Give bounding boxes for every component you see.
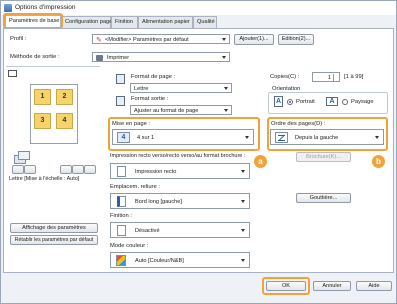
tab-page-setup[interactable]: Configuration page — [61, 16, 112, 28]
landscape-icon: A — [326, 97, 338, 106]
printer-app-icon — [4, 4, 12, 12]
output-format-select[interactable]: Ajuster au format de page — [130, 105, 232, 115]
divider — [6, 66, 100, 67]
binding-select[interactable]: Bord long [gauche] — [110, 193, 250, 209]
tab-quality[interactable]: Qualité — [193, 16, 217, 28]
edit-profile-button[interactable]: Edition(2)... — [278, 34, 314, 45]
finishing-select[interactable]: Désactivé — [110, 222, 250, 238]
chevron-down-icon — [241, 170, 245, 173]
booklet-preview-icon[interactable] — [72, 165, 84, 174]
chevron-down-icon — [375, 136, 379, 139]
profile-select[interactable]: ✎ <Modifier> Paramètres par défaut — [92, 34, 230, 44]
output-format-label: Format sortie : — [131, 96, 169, 102]
layout-select[interactable]: 4 4 sur 1 — [112, 129, 254, 145]
pencil-icon: ✎ — [96, 37, 102, 44]
output-method-label: Méthode de sortie : — [10, 54, 60, 60]
output-method-select[interactable]: Imprimer — [92, 52, 230, 62]
copies-range: [1 à 99] — [344, 74, 364, 80]
tab-finishing[interactable]: Finition — [111, 16, 138, 28]
spin-arrows-icon[interactable] — [333, 74, 338, 81]
preview-cell: 2 — [56, 89, 73, 105]
profile-label: Profil : — [10, 36, 27, 42]
staple-preview-icon[interactable] — [24, 165, 36, 174]
color-mode-label: Mode couleur : — [110, 243, 149, 249]
finishing-label: Finition : — [110, 213, 132, 219]
add-profile-button[interactable]: Ajouter(1)... — [234, 34, 274, 45]
page-format-icon — [116, 74, 125, 84]
duplex-select[interactable]: Impression recto — [110, 163, 250, 179]
page-order-select[interactable]: Depuis la gauche — [270, 129, 384, 145]
chevron-down-icon — [241, 229, 245, 232]
preview-mode-icon[interactable] — [8, 70, 17, 77]
portrait-label: Portrait — [296, 99, 315, 105]
help-button[interactable]: Aide — [356, 281, 392, 291]
page-order-z-icon — [275, 132, 288, 143]
gutter-button[interactable]: Gouttière... — [296, 193, 351, 203]
preview-cell: 1 — [34, 89, 51, 105]
portrait-icon: A — [274, 96, 283, 107]
callout-badge-a: a — [254, 155, 267, 168]
page-format-select[interactable]: Lettre — [130, 83, 232, 93]
page-format-label: Format de page : — [131, 74, 176, 80]
chevron-down-icon — [222, 55, 226, 59]
tab-highlight — [3, 13, 63, 29]
color-auto-icon — [116, 255, 126, 266]
show-settings-button[interactable]: Affichage des paramètres — [10, 223, 98, 233]
paper-stack-icon — [14, 151, 32, 165]
chevron-down-icon — [222, 37, 226, 41]
duplex-preview-icon[interactable] — [60, 165, 72, 174]
chevron-down-icon — [241, 200, 245, 203]
copies-stepper[interactable]: 1 — [312, 72, 340, 82]
color-mode-select[interactable]: Auto [Couleur/N&B] — [110, 252, 250, 268]
booklet-button[interactable]: Brochure(K)... — [296, 152, 351, 162]
layout-4up-icon: 4 — [117, 132, 130, 143]
chevron-down-icon — [245, 136, 249, 139]
chevron-down-icon — [224, 86, 228, 90]
preview-cell: 4 — [56, 113, 73, 129]
page-order-label: Ordre des pages(D) : — [271, 121, 326, 127]
tab-paper-source[interactable]: Alimentation papier — [138, 16, 193, 28]
restore-defaults-button[interactable]: Rétablir les paramètres par défaut — [10, 235, 98, 245]
long-edge-left-icon — [117, 196, 126, 207]
portrait-radio[interactable] — [287, 99, 293, 105]
ok-button[interactable]: OK — [266, 281, 306, 291]
single-sided-icon — [117, 166, 126, 177]
landscape-label: Paysage — [351, 99, 374, 105]
output-format-icon — [116, 96, 125, 106]
chevron-down-icon — [224, 108, 228, 112]
cancel-button[interactable]: Annuler — [313, 281, 351, 291]
preview-page: 1 2 3 4 — [30, 84, 78, 144]
copies-label: Copies(C) : — [270, 74, 300, 80]
finishing-preview-icon[interactable] — [12, 165, 24, 174]
landscape-radio[interactable] — [342, 99, 348, 105]
layout-label: Mise en page : — [112, 121, 151, 127]
binding-label: Emplacem. reliure : — [110, 184, 160, 190]
preview-cell: 3 — [34, 113, 51, 129]
chevron-down-icon — [241, 259, 245, 262]
printer-icon — [96, 55, 103, 61]
callout-badge-b: b — [372, 155, 385, 168]
window-title: Options d'impression — [15, 4, 76, 11]
preview-caption: Lettre [Mise à l'échelle : Auto] — [9, 176, 80, 182]
duplex-label: Impression recto verso/recto verso/au fo… — [110, 153, 246, 159]
color-preview-icon[interactable] — [84, 165, 96, 174]
no-finishing-icon — [117, 225, 126, 236]
